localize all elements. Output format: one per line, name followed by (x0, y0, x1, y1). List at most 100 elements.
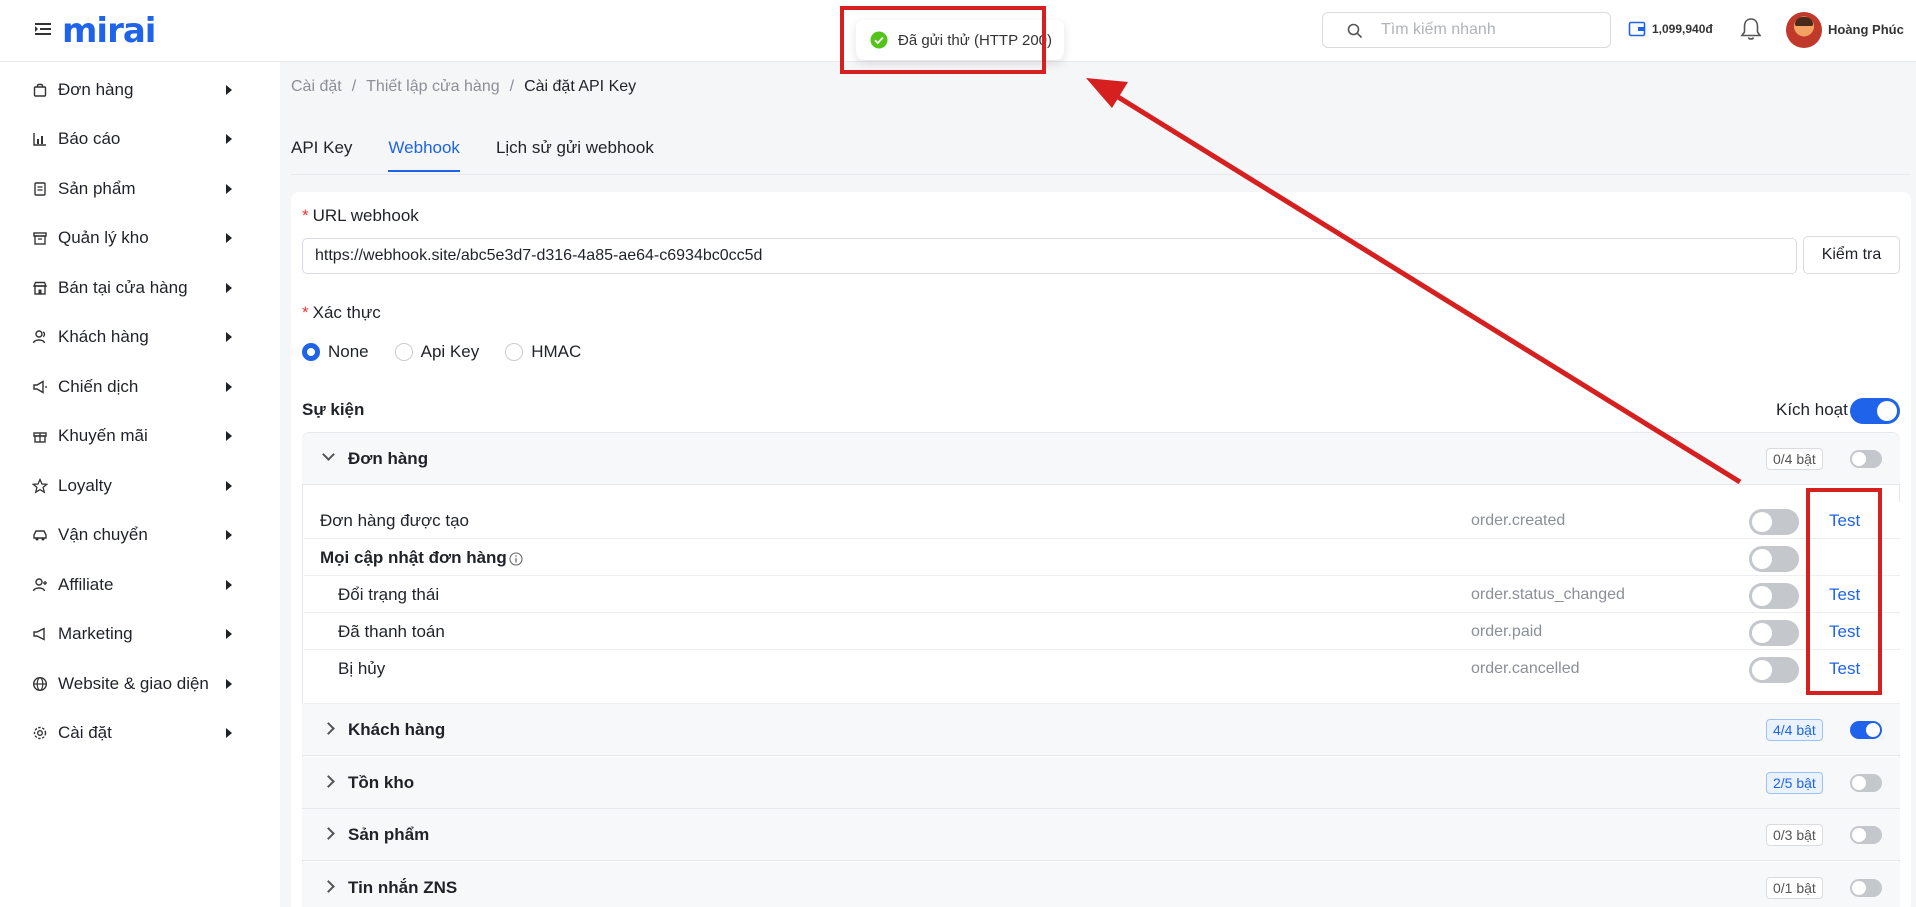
event-key: order.created (1471, 512, 1566, 529)
group-header-customers[interactable]: Khách hàng 4/4 bật (302, 704, 1900, 756)
user-avatar[interactable] (1786, 12, 1822, 48)
caret-right-icon (226, 233, 232, 243)
radio-circle[interactable] (394, 343, 413, 361)
sidebar-item-settings[interactable]: Cài đặt (0, 713, 280, 753)
sidebar-item-shipping[interactable]: Vận chuyển (0, 515, 280, 555)
sidebar-item-promotions[interactable]: Khuyến mãi (0, 416, 280, 456)
wallet-amount: 1,099,940đ (1652, 22, 1713, 36)
group-toggle-zns[interactable] (1850, 879, 1882, 897)
tab-webhook-history[interactable]: Lịch sử gửi webhook (496, 138, 654, 172)
event-toggle[interactable] (1749, 620, 1799, 646)
required-mark: * (302, 303, 309, 322)
required-mark: * (302, 206, 309, 225)
info-icon[interactable] (509, 551, 523, 566)
store-icon (32, 281, 48, 295)
sidebar-item-pos[interactable]: Bán tại cửa hàng (0, 268, 280, 308)
search-input[interactable] (1381, 19, 1601, 41)
megaphone-icon (33, 380, 47, 394)
menu-toggle-icon[interactable] (34, 20, 52, 38)
chart-icon (33, 133, 46, 146)
breadcrumb-item-current: Cài đặt API Key (524, 78, 637, 95)
wallet-icon (1628, 21, 1646, 37)
group-name: Tin nhắn ZNS (348, 878, 458, 897)
sidebar-item-warehouse[interactable]: Quản lý kho (0, 218, 280, 258)
group-header-zns[interactable]: Tin nhắn ZNS 0/1 bật (302, 862, 1900, 907)
wallet-balance[interactable]: 1,099,940đ (1628, 20, 1713, 38)
group-toggle-inventory[interactable] (1850, 774, 1882, 792)
radio-circle[interactable] (302, 343, 320, 361)
sidebar-item-label: Sản phẩm (58, 179, 136, 198)
sidebar-item-loyalty[interactable]: Loyalty (0, 466, 280, 506)
group-toggle-customers[interactable] (1850, 721, 1882, 739)
group-name: Sản phẩm (348, 825, 430, 844)
affiliate-icon (32, 578, 47, 592)
group-header-orders[interactable]: Đơn hàng 0/4 bật (302, 433, 1900, 485)
group-name: Đơn hàng (348, 449, 429, 468)
activate-toggle[interactable] (1850, 398, 1900, 424)
sidebar-item-reports[interactable]: Báo cáo (0, 119, 280, 159)
url-webhook-label: * URL webhook (302, 206, 419, 225)
event-toggle[interactable] (1749, 657, 1799, 683)
group-name: Tồn kho (348, 773, 415, 792)
event-toggle[interactable] (1749, 509, 1799, 535)
events-title: Sự kiện (302, 400, 365, 419)
group-count-badge: 2/5 bật (1766, 772, 1823, 794)
event-key: order.cancelled (1471, 660, 1580, 677)
gift-icon (33, 432, 47, 443)
radio-circle[interactable] (505, 343, 524, 361)
sidebar-item-orders[interactable]: Đơn hàng (0, 70, 280, 110)
brand-logo[interactable]: mirai (62, 12, 156, 50)
chevron-right-icon[interactable] (322, 827, 335, 840)
auth-radio-hmac[interactable]: HMAC (505, 342, 581, 362)
sidebar-item-campaigns[interactable]: Chiến dịch (0, 367, 280, 407)
webhook-url-input[interactable] (302, 238, 1797, 274)
event-row-paid: Đã thanh toán order.paid Test (304, 613, 1900, 650)
quick-search[interactable] (1322, 12, 1611, 48)
caret-right-icon (226, 481, 232, 491)
notification-bell-icon[interactable] (1740, 16, 1762, 42)
group-toggle-orders[interactable] (1850, 450, 1882, 468)
chevron-right-icon[interactable] (322, 775, 335, 788)
test-buttons-annotation-box (1806, 488, 1882, 695)
sidebar-item-label: Quản lý kho (58, 228, 149, 247)
sidebar-item-products[interactable]: Sản phẩm (0, 169, 280, 209)
event-toggle[interactable] (1749, 583, 1799, 609)
auth-radio-none[interactable]: None (302, 342, 369, 362)
sidebar-item-customers[interactable]: Khách hàng (0, 317, 280, 357)
chevron-down-icon[interactable] (322, 448, 335, 461)
caret-right-icon (226, 580, 232, 590)
activate-label: Kích hoạt (1776, 400, 1848, 419)
group-header-inventory[interactable]: Tồn kho 2/5 bật (302, 757, 1900, 809)
sidebar-item-website[interactable]: Website & giao diện (0, 664, 280, 704)
sidebar-item-label: Loyalty (58, 476, 112, 495)
sidebar-item-affiliate[interactable]: Affiliate (0, 565, 280, 605)
caret-right-icon (226, 728, 232, 738)
event-row-cancelled: Bị hủy order.cancelled Test (304, 650, 1900, 704)
breadcrumb-item-store-setup[interactable]: Thiết lập cửa hàng (366, 78, 499, 96)
user-name[interactable]: Hoàng Phúc (1828, 22, 1904, 37)
tab-webhook[interactable]: Webhook (388, 138, 460, 172)
breadcrumb-item-settings[interactable]: Cài đặt (291, 78, 342, 96)
sidebar-item-marketing[interactable]: Marketing (0, 614, 280, 654)
group-header-products[interactable]: Sản phẩm 0/3 bật (302, 809, 1900, 861)
caret-right-icon (226, 382, 232, 392)
auth-radio-api-key[interactable]: Api Key (394, 342, 479, 362)
caret-right-icon (226, 332, 232, 342)
event-name: Mọi cập nhật đơn hàng (320, 548, 523, 568)
toast-annotation-box (840, 6, 1046, 74)
car-icon (33, 530, 47, 541)
event-name: Đã thanh toán (338, 622, 445, 641)
event-toggle[interactable] (1749, 546, 1799, 572)
check-url-button[interactable]: Kiểm tra (1803, 236, 1900, 274)
chevron-right-icon[interactable] (322, 722, 335, 735)
sidebar-item-label: Marketing (58, 624, 133, 643)
tab-divider (291, 174, 1911, 175)
caret-right-icon (226, 85, 232, 95)
tab-api-key[interactable]: API Key (291, 138, 352, 172)
group-name: Khách hàng (348, 720, 446, 739)
group-toggle-products[interactable] (1850, 826, 1882, 844)
event-row-order-created: Đơn hàng được tạo order.created Test (304, 502, 1900, 539)
users-icon (32, 330, 46, 344)
chevron-right-icon[interactable] (322, 880, 335, 893)
group-count-badge: 0/1 bật (1766, 877, 1823, 899)
